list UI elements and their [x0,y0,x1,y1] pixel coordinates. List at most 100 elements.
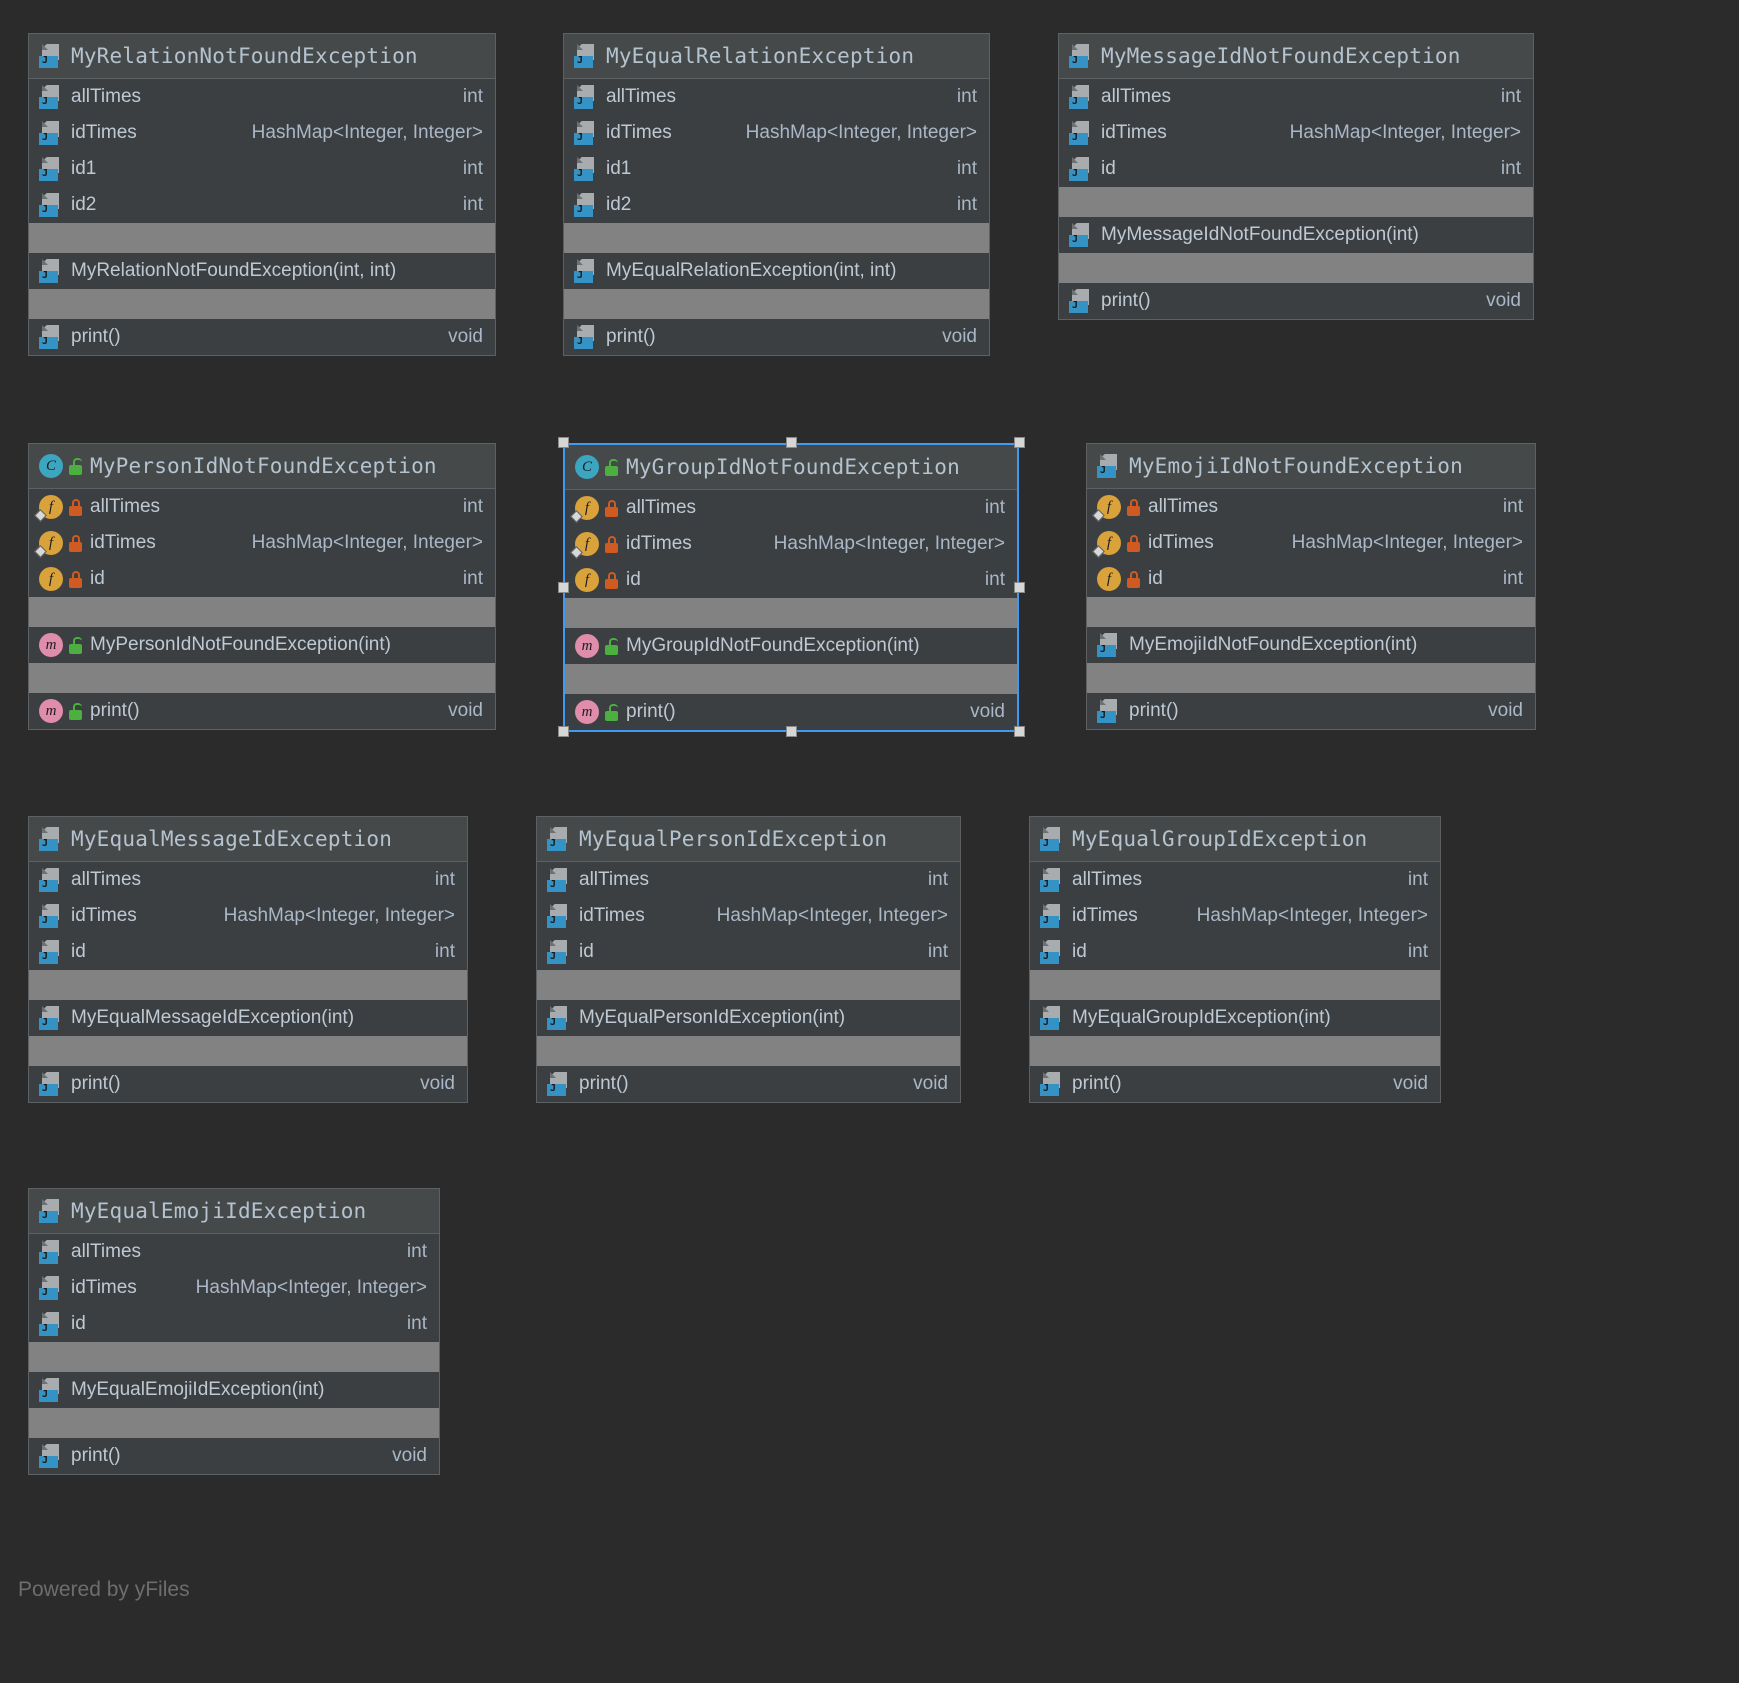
class-title-row[interactable]: J MyEmojiIdNotFoundException [1087,444,1535,489]
uml-class-node[interactable]: J MyMessageIdNotFoundException JallTimes in… [1058,33,1534,320]
member-row-field[interactable]: JidTimes HashMap<Integer, Integer> [1030,898,1440,934]
member-row-field[interactable]: Jid2 int [564,187,989,223]
class-title-row[interactable]: C MyPersonIdNotFoundException [29,444,495,489]
member-row-field[interactable]: f idTimes HashMap<Integer, Integer> [29,525,495,561]
class-title-row[interactable]: J MyEqualPersonIdException [537,817,960,862]
uml-class-node[interactable]: C MyPersonIdNotFoundException f allTimes int… [28,443,496,730]
member-type: int [406,1313,427,1334]
member-row-field[interactable]: Jid int [29,1306,439,1342]
member-name: MyEqualPersonIdException(int) [579,1007,846,1028]
uml-class-node[interactable]: J MyEmojiIdNotFoundException f allTimes int f… [1086,443,1536,730]
member-row-field[interactable]: JallTimes int [29,1234,439,1270]
uml-class-node[interactable]: J MyEqualPersonIdException JallTimes int Jid… [536,816,961,1103]
selection-handle[interactable] [558,437,569,448]
member-row-field[interactable]: JidTimes HashMap<Integer, Integer> [29,898,467,934]
class-title: MyMessageIdNotFoundException [1101,44,1461,68]
member-row-field[interactable]: Jid2 int [29,187,495,223]
member-row-field[interactable]: f allTimes int [565,490,1017,526]
member-row-method[interactable]: J MyEqualEmojiIdException(int) [29,1372,439,1408]
member-row-method[interactable]: m MyPersonIdNotFoundException(int) [29,627,495,663]
member-row-method[interactable]: J MyRelationNotFoundException(int, int) [29,253,495,289]
class-title-row[interactable]: J MyRelationNotFoundException [29,34,495,79]
member-row-field[interactable]: Jid int [1030,934,1440,970]
member-row-method[interactable]: J MyEqualRelationException(int, int) [564,253,989,289]
member-row-field[interactable]: JidTimes HashMap<Integer, Integer> [29,1270,439,1306]
java-file-icon: J [39,867,65,893]
java-file-icon: J [574,192,600,218]
uml-class-node[interactable]: C MyGroupIdNotFoundException f allTimes int f… [563,443,1019,732]
uml-class-node[interactable]: J MyEqualGroupIdException JallTimes int JidT… [1029,816,1441,1103]
member-row-field[interactable]: JallTimes int [29,79,495,115]
member-row-field[interactable]: JidTimes HashMap<Integer, Integer> [1059,115,1533,151]
member-name: idTimes [1072,905,1138,926]
member-row-field[interactable]: Jid int [1059,151,1533,187]
class-title-row[interactable]: J MyEqualEmojiIdException [29,1189,439,1234]
member-row-method[interactable]: Jprint() void [29,1066,467,1102]
member-row-method[interactable]: J MyEmojiIdNotFoundException(int) [1087,627,1535,663]
member-row-method[interactable]: m print() void [29,693,495,729]
member-row-method[interactable]: J MyEqualPersonIdException(int) [537,1000,960,1036]
member-row-field[interactable]: Jid1 int [564,151,989,187]
class-title-row[interactable]: C MyGroupIdNotFoundException [565,445,1017,490]
uml-class-node[interactable]: J MyEqualMessageIdException JallTimes int Ji… [28,816,468,1103]
class-title-row[interactable]: J MyMessageIdNotFoundException [1059,34,1533,79]
section-separator [29,1342,439,1372]
member-row-field[interactable]: JallTimes int [1030,862,1440,898]
member-row-field[interactable]: JallTimes int [564,79,989,115]
member-row-method[interactable]: Jprint() void [1030,1066,1440,1102]
field-static-icon: f [1092,495,1121,522]
member-row-field[interactable]: Jid int [29,934,467,970]
member-row-field[interactable]: f idTimes HashMap<Integer, Integer> [565,526,1017,562]
member-row-method[interactable]: Jprint() void [29,1438,439,1474]
member-row-field[interactable]: JidTimes HashMap<Integer, Integer> [29,115,495,151]
section-separator [29,223,495,253]
class-title: MyGroupIdNotFoundException [626,455,960,479]
member-row-method[interactable]: J MyEqualMessageIdException(int) [29,1000,467,1036]
member-row-field[interactable]: f id int [1087,561,1535,597]
section-separator [1059,187,1533,217]
class-title-row[interactable]: J MyEqualMessageIdException [29,817,467,862]
selection-handle[interactable] [1014,437,1025,448]
selection-handle[interactable] [786,437,797,448]
diagram-canvas[interactable]: J MyRelationNotFoundException JallTimes int… [0,0,1739,1683]
member-row-method[interactable]: Jprint() void [564,319,989,355]
uml-class-node[interactable]: J MyEqualRelationException JallTimes int Jid… [563,33,990,356]
member-name: allTimes [90,496,161,517]
selection-handle[interactable] [558,581,569,593]
selection-handle[interactable] [558,726,569,737]
member-row-field[interactable]: JidTimes HashMap<Integer, Integer> [564,115,989,151]
member-row-field[interactable]: f allTimes int [29,489,495,525]
member-row-method[interactable]: Jprint() void [29,319,495,355]
member-row-field[interactable]: f allTimes int [1087,489,1535,525]
member-row-method[interactable]: Jprint() void [537,1066,960,1102]
member-row-method[interactable]: J MyEqualGroupIdException(int) [1030,1000,1440,1036]
member-row-field[interactable]: Jid int [537,934,960,970]
uml-class-node[interactable]: J MyEqualEmojiIdException JallTimes int JidT… [28,1188,440,1475]
member-row-method[interactable]: m print() void [565,694,1017,730]
section-separator [29,1408,439,1438]
member-row-method[interactable]: Jprint() void [1059,283,1533,319]
class-title-row[interactable]: J MyEqualGroupIdException [1030,817,1440,862]
selection-handle[interactable] [1014,726,1025,737]
member-row-field[interactable]: JallTimes int [537,862,960,898]
java-file-icon: J [574,156,600,182]
selection-handle[interactable] [1014,581,1025,593]
selection-handle[interactable] [786,726,797,737]
uml-class-node[interactable]: J MyRelationNotFoundException JallTimes int… [28,33,496,356]
member-row-field[interactable]: JidTimes HashMap<Integer, Integer> [537,898,960,934]
member-row-method[interactable]: J MyMessageIdNotFoundException(int) [1059,217,1533,253]
member-row-field[interactable]: f idTimes HashMap<Integer, Integer> [1087,525,1535,561]
member-row-method[interactable]: m MyGroupIdNotFoundException(int) [565,628,1017,664]
class-title: MyEqualEmojiIdException [71,1199,367,1223]
member-row-field[interactable]: f id int [29,561,495,597]
member-row-field[interactable]: Jid1 int [29,151,495,187]
method-icon: m [575,700,599,724]
member-row-method[interactable]: Jprint() void [1087,693,1535,729]
member-row-field[interactable]: f id int [565,562,1017,598]
java-file-icon: J [547,1071,573,1097]
member-row-field[interactable]: JallTimes int [1059,79,1533,115]
class-title-row[interactable]: J MyEqualRelationException [564,34,989,79]
member-type: HashMap<Integer, Integer> [223,905,455,926]
member-name: id1 [71,158,97,179]
member-row-field[interactable]: JallTimes int [29,862,467,898]
